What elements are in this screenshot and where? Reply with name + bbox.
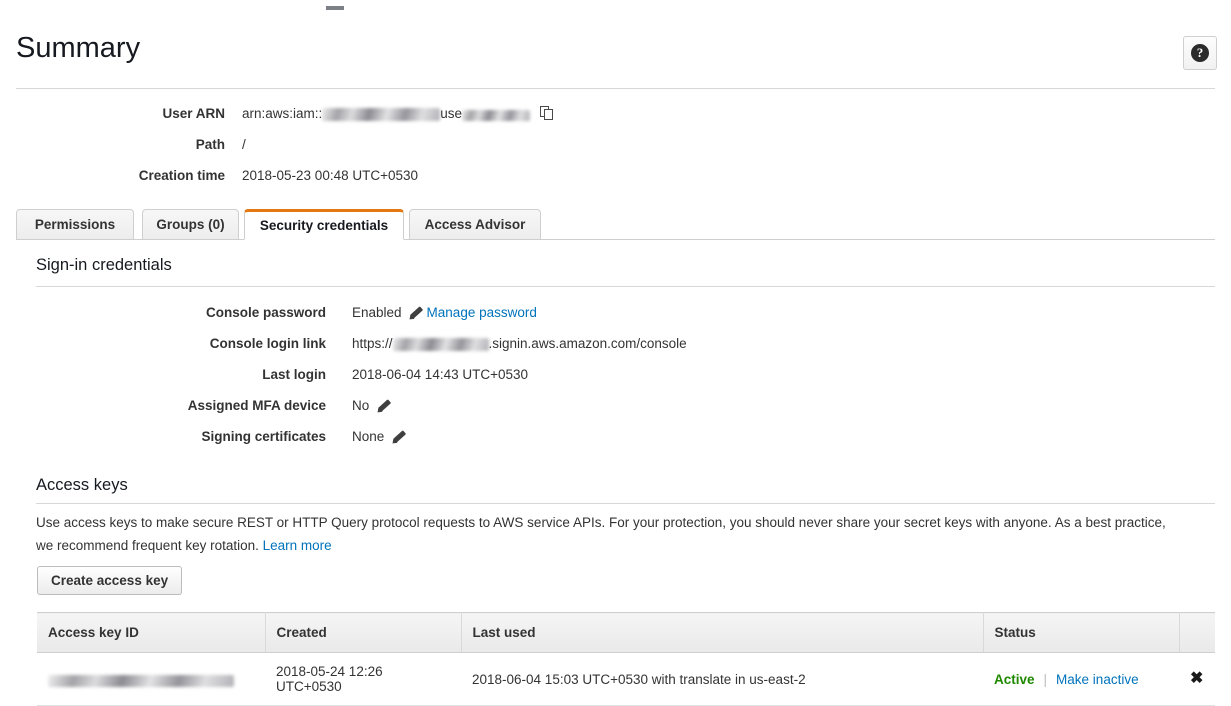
- tab-access-advisor-label: Access Advisor: [424, 217, 526, 232]
- signin-label-assigned-mfa-device: Assigned MFA device: [187, 398, 326, 413]
- summary-value-creation-time: 2018-05-23 00:48 UTC+0530: [242, 168, 419, 183]
- cell-delete: ✖: [1179, 652, 1215, 706]
- mfa-device-state: No: [352, 398, 370, 413]
- signin-row-console-login-link: Console login link https:// .signin.aws.a…: [0, 334, 1231, 365]
- signin-value-signing-certificates: None: [352, 427, 409, 447]
- signin-credentials-heading: Sign-in credentials: [36, 256, 172, 274]
- column-header-actions: [1179, 612, 1215, 653]
- redacted-user-name: [462, 110, 531, 121]
- redacted-access-key-id: [48, 674, 234, 687]
- close-x-icon[interactable]: ✖: [1190, 670, 1203, 687]
- learn-more-link[interactable]: Learn more: [263, 538, 332, 553]
- question-mark-icon: ?: [1191, 44, 1209, 62]
- summary-row-path: Path /: [0, 135, 1231, 166]
- cell-last-used: 2018-06-04 15:03 UTC+0530 with translate…: [461, 652, 983, 706]
- tab-permissions[interactable]: Permissions: [16, 209, 134, 240]
- summary-label-path: Path: [195, 137, 225, 152]
- cell-status: Active | Make inactive: [983, 652, 1179, 706]
- signin-row-signing-certificates: Signing certificates None: [0, 427, 1231, 458]
- status-separator: |: [1043, 671, 1048, 687]
- iam-user-summary-page: Summary ? User ARN arn:aws:iam:: use Path…: [0, 0, 1231, 706]
- summary-row-user-arn: User ARN arn:aws:iam:: use: [0, 104, 1231, 135]
- page-title: Summary: [16, 32, 141, 64]
- signin-value-assigned-mfa-device: No: [352, 396, 394, 416]
- copy-icon[interactable]: [540, 106, 554, 121]
- tab-access-advisor[interactable]: Access Advisor: [409, 209, 541, 240]
- tab-security-credentials[interactable]: Security credentials: [244, 209, 404, 240]
- column-header-status: Status: [983, 612, 1180, 653]
- access-keys-table: Access key ID Created Last used Status 2…: [37, 612, 1215, 706]
- tab-bar: Permissions Groups (0) Security credenti…: [16, 209, 1215, 240]
- redacted-account-id: [322, 108, 441, 121]
- page-header: Summary ?: [0, 28, 1231, 90]
- signin-row-console-password: Console password Enabled Manage password: [0, 303, 1231, 334]
- signin-value-last-login: 2018-06-04 14:43 UTC+0530: [352, 367, 529, 382]
- summary-label-creation-time: Creation time: [138, 168, 225, 183]
- summary-details-list: User ARN arn:aws:iam:: use Path / Creatio…: [0, 104, 1231, 197]
- table-header-row: Access key ID Created Last used Status: [37, 612, 1215, 653]
- access-keys-rule: [36, 503, 1215, 504]
- create-access-key-label: Create access key: [51, 573, 169, 588]
- summary-value-path: /: [242, 137, 246, 152]
- make-inactive-link[interactable]: Make inactive: [1056, 672, 1139, 687]
- signin-row-last-login: Last login 2018-06-04 14:43 UTC+0530: [0, 365, 1231, 396]
- manage-password-link[interactable]: Manage password: [427, 305, 537, 320]
- user-arn-mid: use: [440, 106, 463, 121]
- summary-label-user-arn: User ARN: [162, 106, 225, 121]
- signin-row-assigned-mfa-device: Assigned MFA device No: [0, 396, 1231, 427]
- redacted-account-alias: [392, 338, 489, 351]
- tab-groups-label: Groups (0): [156, 217, 225, 232]
- pencil-icon[interactable]: [390, 429, 406, 446]
- create-access-key-button[interactable]: Create access key: [37, 566, 183, 595]
- login-link-suffix: .signin.aws.amazon.com/console: [488, 336, 687, 351]
- status-badge: Active: [994, 671, 1035, 687]
- access-keys-description-text: Use access keys to make secure REST or H…: [36, 515, 1166, 553]
- summary-value-user-arn: arn:aws:iam:: use: [242, 104, 554, 124]
- signin-label-signing-certificates: Signing certificates: [201, 429, 326, 444]
- help-button[interactable]: ?: [1183, 36, 1217, 70]
- tab-groups[interactable]: Groups (0): [142, 209, 239, 240]
- signin-label-last-login: Last login: [262, 367, 326, 382]
- column-header-access-key-id: Access key ID: [37, 612, 266, 653]
- table-row: 2018-05-24 12:26 UTC+0530 2018-06-04 15:…: [37, 652, 1215, 706]
- signin-value-console-login-link: https:// .signin.aws.amazon.com/console: [352, 334, 687, 354]
- header-divider: [16, 88, 1215, 89]
- signin-credentials-rule: [36, 286, 1215, 287]
- access-keys-description: Use access keys to make secure REST or H…: [36, 511, 1186, 557]
- cell-created: 2018-05-24 12:26 UTC+0530: [265, 652, 461, 706]
- pencil-icon[interactable]: [375, 398, 391, 415]
- login-link-prefix: https://: [352, 336, 393, 351]
- user-arn-prefix: arn:aws:iam::: [242, 106, 323, 121]
- signin-value-console-password: Enabled Manage password: [352, 303, 537, 323]
- column-header-created: Created: [265, 612, 462, 653]
- signing-certificates-state: None: [352, 429, 385, 444]
- signin-credentials-list: Console password Enabled Manage password …: [0, 303, 1231, 458]
- pencil-icon[interactable]: [407, 305, 423, 322]
- cell-access-key-id: [37, 652, 265, 706]
- signin-label-console-login-link: Console login link: [209, 336, 326, 351]
- tab-permissions-label: Permissions: [34, 217, 116, 232]
- summary-row-creation-time: Creation time 2018-05-23 00:48 UTC+0530: [0, 166, 1231, 197]
- column-header-last-used: Last used: [461, 612, 984, 653]
- signin-label-console-password: Console password: [205, 305, 326, 320]
- tab-security-credentials-label: Security credentials: [259, 218, 389, 233]
- copy-icon-front-sheet: [544, 109, 554, 120]
- console-password-state: Enabled: [352, 305, 402, 320]
- access-keys-heading: Access keys: [36, 476, 128, 494]
- scrolled-off-content-sliver: [326, 6, 344, 10]
